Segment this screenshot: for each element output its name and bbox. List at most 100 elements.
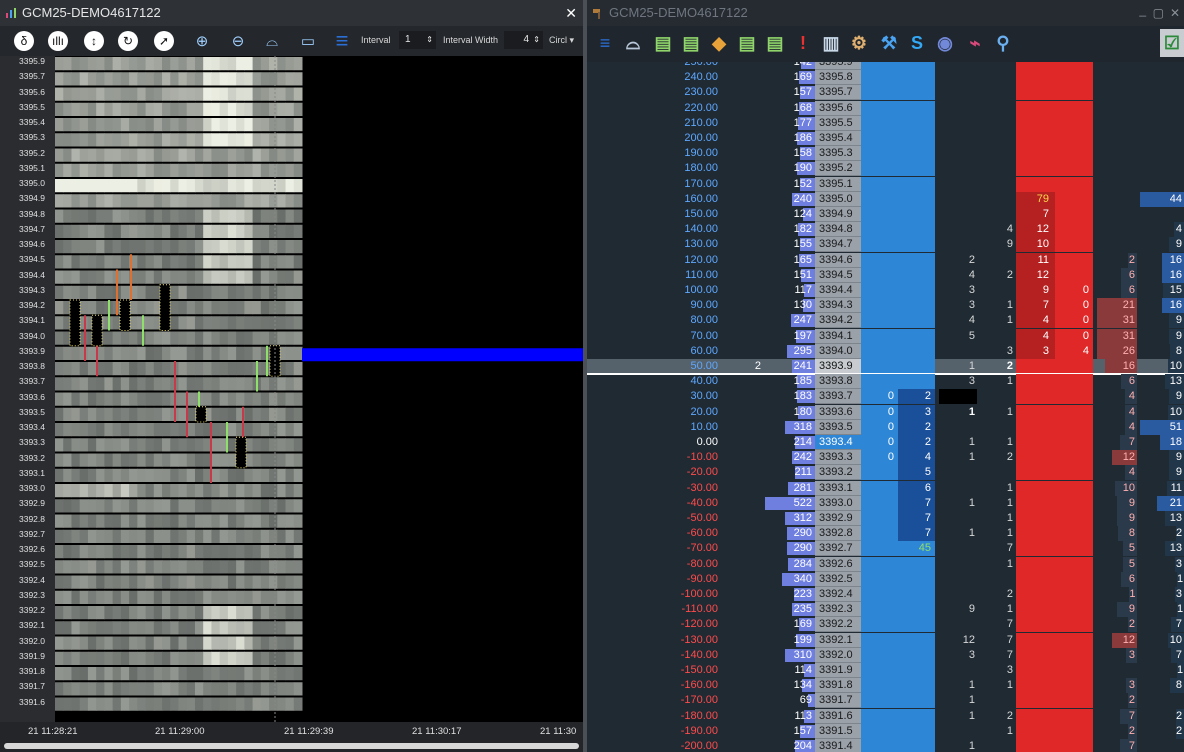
ladder-row[interactable]: -70.00 290 3392.7 45 7 5 13 xyxy=(587,541,1184,557)
ladder-row[interactable]: 160.00 240 3395.0 79 44 xyxy=(587,191,1184,207)
ladder-row[interactable]: -100.00 223 3392.4 2 1 3 xyxy=(587,587,1184,602)
heatmap-cell xyxy=(96,667,105,681)
monitor-icon[interactable]: ▭ xyxy=(296,29,320,53)
ladder-row[interactable]: -140.00 310 3392.0 3 7 3 7 xyxy=(587,647,1184,663)
ladder-row[interactable]: -120.00 169 3392.2 7 2 7 xyxy=(587,617,1184,633)
heatmap-cell xyxy=(55,87,64,101)
ladder-row[interactable]: 200.00 186 3395.4 xyxy=(587,131,1184,146)
price-cell: 3393.2 xyxy=(815,465,861,481)
ladder-row[interactable]: 40.00 185 3393.8 3 1 6 13 xyxy=(587,374,1184,390)
ladder-row[interactable]: 150.00 124 3394.9 7 xyxy=(587,207,1184,222)
bars-icon[interactable]: ıllı xyxy=(48,31,68,51)
maximize-icon[interactable]: ▢ xyxy=(1153,0,1164,26)
vertical-arrows-icon[interactable]: ↕ xyxy=(84,31,104,51)
ladder-row[interactable]: -150.00 114 3391.9 3 1 xyxy=(587,663,1184,678)
price-axis-label: 3393.8 xyxy=(19,361,45,371)
alert-icon[interactable]: ! xyxy=(791,31,815,55)
tooth-icon[interactable]: ⌓ xyxy=(621,31,645,55)
ladder-row[interactable]: -10.00 242 3393.3 0 4 1 2 12 9 xyxy=(587,450,1184,466)
close-icon[interactable]: ✕ xyxy=(565,0,577,26)
heatmap-cell xyxy=(79,118,89,132)
page-up-icon[interactable]: ▤ xyxy=(651,31,675,55)
ladder-row[interactable]: 80.00 247 3394.2 4 1 4 0 31 9 xyxy=(587,313,1184,329)
ladder-row[interactable]: 250.00 142 3395.9 xyxy=(587,62,1184,70)
ladder-row[interactable]: 100.00 117 3394.4 3 9 0 6 15 xyxy=(587,283,1184,298)
page-forward-icon[interactable]: ▤ xyxy=(679,31,703,55)
tooth-icon[interactable]: ⌓ xyxy=(260,29,284,53)
ladder-row[interactable]: 20.00 180 3393.6 0 3 1 1 4 10 xyxy=(587,404,1184,420)
heatmap-cell xyxy=(227,331,237,345)
footprint-chart[interactable]: 3395.9 3395.7 3395.6 3395.5 3395.4 3395.3 3395… xyxy=(0,56,583,722)
stack-icon[interactable]: ≡ xyxy=(330,28,354,53)
cursor-icon[interactable]: ➚ xyxy=(154,31,174,51)
page-back-icon[interactable]: ▤ xyxy=(763,31,787,55)
ladder-row[interactable]: 30.00 183 3393.7 0 2 4 9 xyxy=(587,389,1184,405)
ladder-row[interactable]: -80.00 284 3392.6 1 5 3 xyxy=(587,556,1184,572)
ladder-row[interactable]: 180.00 190 3395.2 xyxy=(587,161,1184,177)
heatmap-cell xyxy=(211,301,221,315)
ladder-row[interactable]: 90.00 130 3394.3 3 1 7 0 21 16 xyxy=(587,298,1184,314)
heatmap-cell xyxy=(260,453,270,467)
tools-icon[interactable]: ⚙ xyxy=(847,31,871,55)
page-down-icon[interactable]: ▤ xyxy=(735,31,759,55)
ladder-row[interactable]: 110.00 151 3394.5 4 2 12 6 16 xyxy=(587,267,1184,283)
ladder-row[interactable]: -90.00 340 3392.5 6 1 xyxy=(587,571,1184,587)
heatmap-cell xyxy=(162,667,171,681)
zoom-out-icon[interactable]: ⊖ xyxy=(226,29,250,53)
volume-cell: 211 xyxy=(765,465,815,480)
refresh-icon[interactable]: ↻ xyxy=(118,31,138,51)
heatmap-cell xyxy=(170,209,179,223)
stack-icon[interactable]: ≡ xyxy=(593,31,617,55)
ladder-row[interactable]: -200.00 204 3391.4 1 7 xyxy=(587,739,1184,752)
magnifier-icon[interactable]: ⚲ xyxy=(991,31,1015,55)
horizontal-scrollbar[interactable] xyxy=(4,743,579,749)
ladder-row[interactable]: -190.00 157 3391.5 1 2 2 xyxy=(587,723,1184,739)
heatmap-cell xyxy=(244,148,254,162)
heatmap-cell xyxy=(219,57,229,71)
ladder-row[interactable]: 140.00 182 3394.8 4 12 4 xyxy=(587,222,1184,238)
close-icon[interactable]: ✕ xyxy=(1170,0,1180,26)
checklist-icon[interactable]: ☑ xyxy=(1160,29,1184,57)
ladder-row[interactable]: 60.00 295 3394.0 3 3 4 26 8 xyxy=(587,343,1184,359)
s-icon[interactable]: S xyxy=(905,31,929,55)
delta-icon[interactable]: δ xyxy=(14,31,34,51)
ladder-row[interactable]: 130.00 155 3394.7 9 10 9 xyxy=(587,237,1184,253)
ladder-row[interactable]: -180.00 113 3391.6 1 2 7 2 xyxy=(587,708,1184,724)
shape-select[interactable]: Circl ▾ xyxy=(549,35,574,46)
document-icon[interactable]: ▥ xyxy=(819,31,843,55)
ladder-row[interactable]: -170.00 69 3391.7 1 2 xyxy=(587,693,1184,709)
ladder-row[interactable]: -20.00 211 3393.2 5 4 9 xyxy=(587,465,1184,481)
heatmap-cell xyxy=(55,468,64,482)
ladder-row[interactable]: 0.00 214 3393.4 0 2 1 1 7 18 xyxy=(587,435,1184,450)
ladder-row[interactable]: 170.00 152 3395.1 xyxy=(587,176,1184,192)
dom-ladder[interactable]: 250.00 142 3395.9 240.00 169 3395.8 230.00 157 3… xyxy=(587,62,1184,752)
ladder-row[interactable]: -60.00 290 3392.8 7 1 1 8 2 xyxy=(587,526,1184,542)
ladder-row[interactable]: -110.00 235 3392.3 9 1 9 1 xyxy=(587,602,1184,618)
ladder-row[interactable]: 70.00 197 3394.1 5 4 0 31 9 xyxy=(587,328,1184,344)
zoom-in-icon[interactable]: ⊕ xyxy=(190,29,214,53)
right-title-bar[interactable]: GCM25-DEMO4617122 _ ▢ ✕ xyxy=(587,0,1184,26)
paint-icon[interactable]: ◆ xyxy=(707,31,731,55)
ladder-row[interactable]: 230.00 157 3395.7 xyxy=(587,85,1184,101)
ladder-row[interactable]: -160.00 134 3391.8 1 1 3 8 xyxy=(587,678,1184,694)
heatmap-cell xyxy=(269,529,278,543)
ladder-row[interactable]: -40.00 522 3393.0 7 1 1 9 21 xyxy=(587,495,1184,511)
ladder-row[interactable]: 210.00 177 3395.5 xyxy=(587,115,1184,131)
ladder-row[interactable]: 240.00 169 3395.8 xyxy=(587,70,1184,86)
ladder-row[interactable]: -30.00 281 3393.1 6 1 10 11 xyxy=(587,480,1184,496)
wrench-icon[interactable]: ⚒ xyxy=(877,31,901,55)
traded-cell-1 xyxy=(939,161,975,176)
chart-icon[interactable]: ⌁ xyxy=(963,31,987,55)
interval-width-spinner[interactable]: 4 ⇕ xyxy=(504,31,543,49)
ladder-row[interactable]: 190.00 158 3395.3 xyxy=(587,146,1184,162)
left-title-bar[interactable]: GCM25-DEMO4617122 ✕ xyxy=(0,0,583,26)
discord-icon[interactable]: ◉ xyxy=(933,31,957,55)
interval-spinner[interactable]: 1 ⇕ xyxy=(399,31,436,49)
ladder-row[interactable]: 220.00 168 3395.6 xyxy=(587,100,1184,116)
ladder-row[interactable]: -50.00 312 3392.9 7 1 9 13 xyxy=(587,511,1184,526)
ladder-row[interactable]: -130.00 199 3392.1 12 7 12 10 xyxy=(587,632,1184,648)
ladder-row[interactable]: 10.00 318 3393.5 0 2 4 51 xyxy=(587,419,1184,435)
ladder-row[interactable]: 50.00 2 241 3393.9 1 2 16 10 xyxy=(587,359,1184,375)
minimize-icon[interactable]: _ xyxy=(1139,0,1146,23)
ladder-row[interactable]: 120.00 165 3394.6 2 11 2 16 xyxy=(587,252,1184,268)
